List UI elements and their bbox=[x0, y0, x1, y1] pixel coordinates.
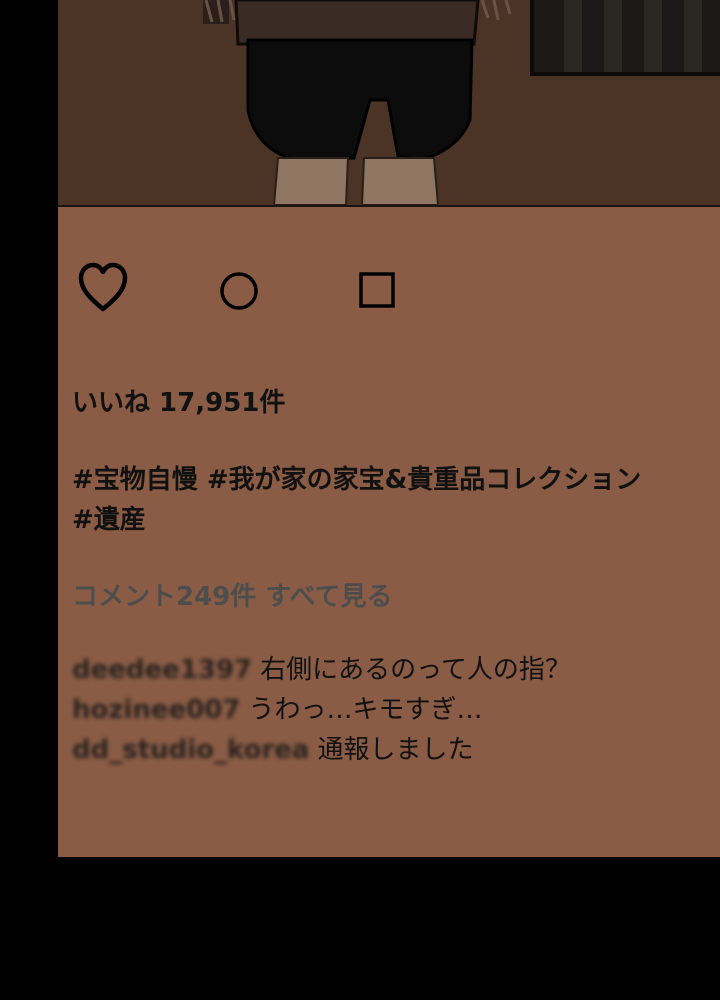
view-all-comments-link[interactable]: コメント249件 すべて見る bbox=[72, 576, 392, 613]
comment-item: dd_studio_korea 通報しました bbox=[72, 730, 712, 770]
hashtags-line-1[interactable]: #宝物自慢 #我が家の家宝&貴重品コレクション bbox=[72, 460, 712, 500]
comment-username[interactable]: deedee1397 bbox=[72, 655, 252, 685]
hashtags-line-2[interactable]: #遺産 bbox=[72, 500, 712, 540]
square-outline-icon[interactable] bbox=[358, 271, 396, 309]
comment-text: うわっ…キモすぎ… bbox=[248, 695, 483, 725]
heart-outline-icon[interactable] bbox=[78, 262, 128, 314]
person-figure bbox=[203, 0, 512, 205]
post-actions bbox=[58, 262, 720, 322]
likes-count[interactable]: いいね 17,951件 bbox=[72, 382, 285, 419]
comment-item: deedee1397 右側にあるのって人の指？ bbox=[72, 650, 712, 690]
comment-username[interactable]: dd_studio_korea bbox=[72, 735, 309, 765]
comment-username[interactable]: hozinee007 bbox=[72, 695, 240, 725]
comment-text: 通報しました bbox=[317, 735, 474, 765]
comment-text: 右側にあるのって人の指？ bbox=[260, 655, 571, 685]
comment-item: hozinee007 うわっ…キモすぎ… bbox=[72, 690, 712, 730]
post-hashtags: #宝物自慢 #我が家の家宝&貴重品コレクション #遺産 bbox=[72, 460, 712, 540]
circle-outline-icon[interactable] bbox=[218, 270, 260, 312]
comment-list: deedee1397 右側にあるのって人の指？ hozinee007 うわっ…キモす… bbox=[72, 650, 712, 770]
post-photo bbox=[58, 0, 720, 207]
post-panel: いいね 17,951件 #宝物自慢 #我が家の家宝&貴重品コレクション #遺産 … bbox=[58, 0, 720, 857]
